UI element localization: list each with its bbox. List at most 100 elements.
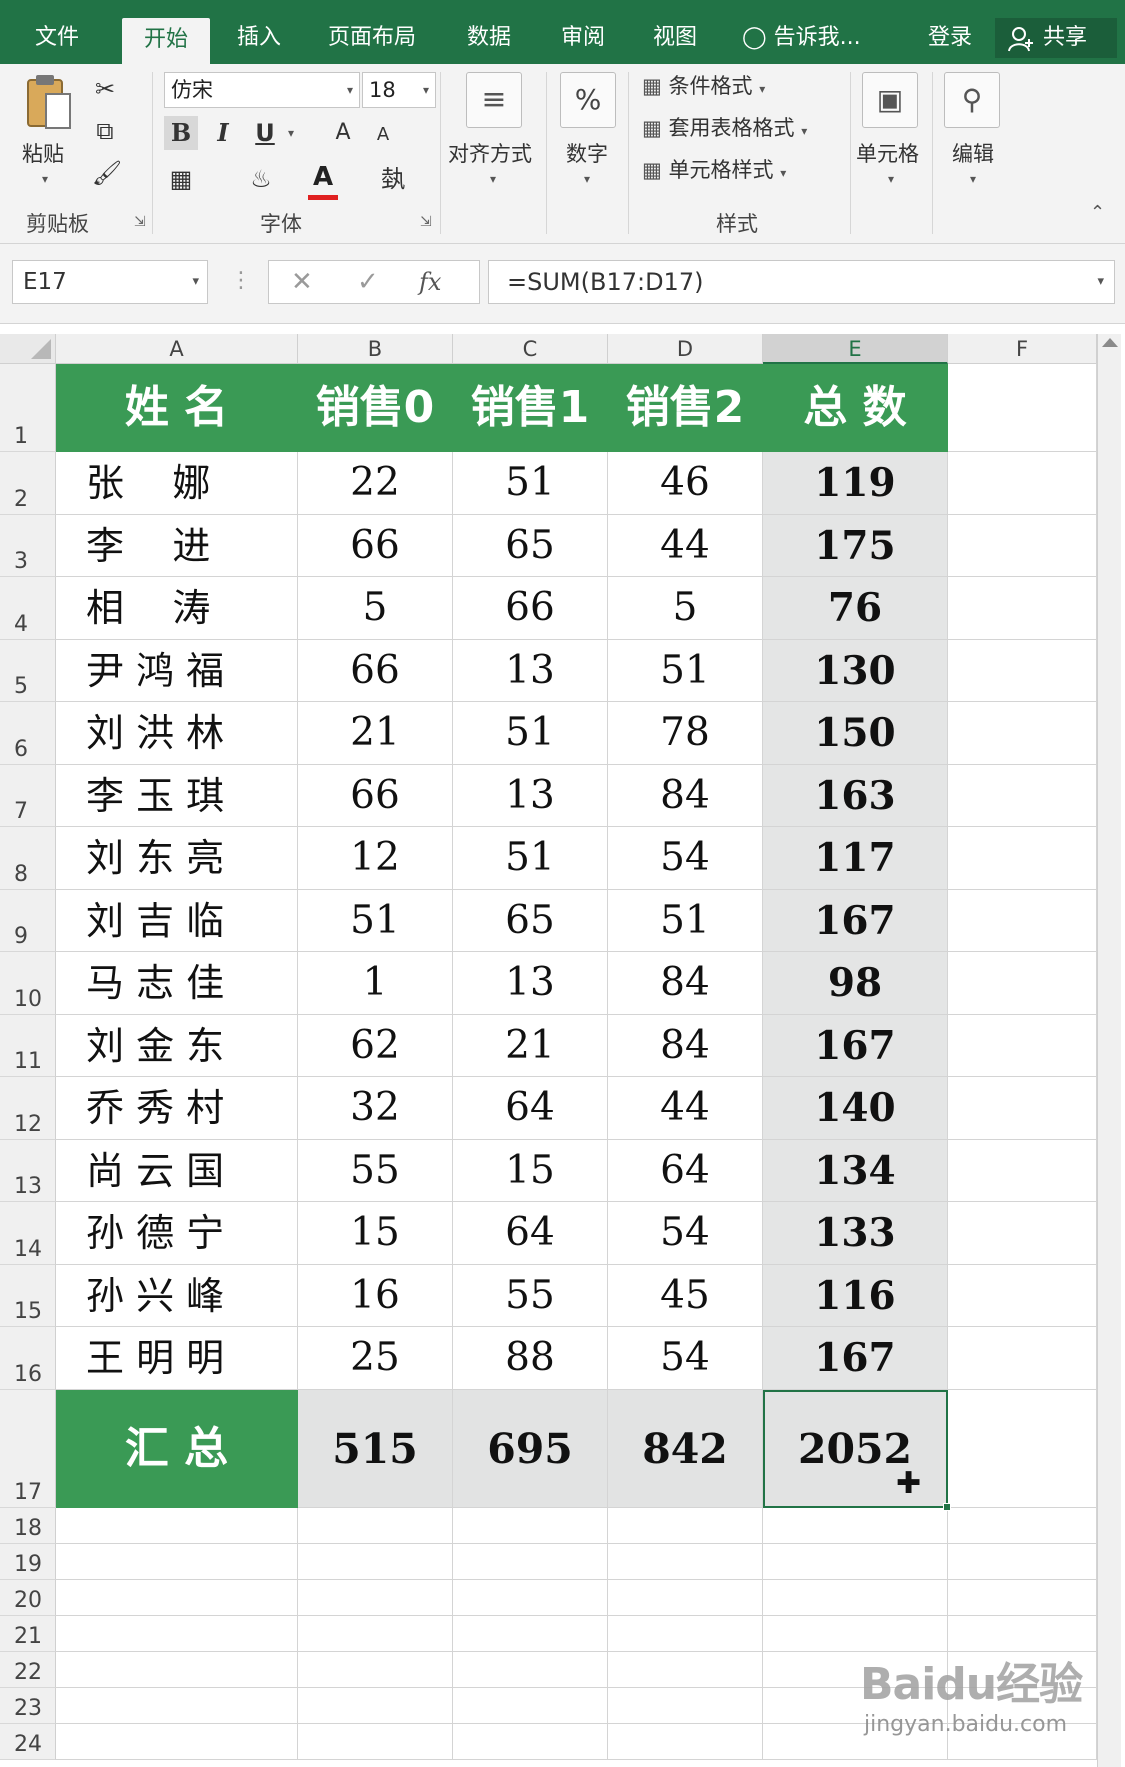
tab-home[interactable]: 开始	[122, 18, 210, 64]
sales1-cell[interactable]: 13	[453, 952, 608, 1015]
column-header-b[interactable]: B	[298, 334, 453, 364]
cells-icon[interactable]: ▣	[862, 72, 918, 128]
cell[interactable]	[948, 577, 1097, 640]
sales0-cell[interactable]: 66	[298, 639, 453, 702]
bold-button[interactable]: B	[164, 116, 198, 150]
total-cell[interactable]: 98	[763, 952, 948, 1015]
row-header-19[interactable]: 19	[0, 1543, 56, 1580]
tab-file[interactable]: 文件	[20, 16, 94, 64]
cell[interactable]	[948, 1264, 1097, 1327]
cell[interactable]	[298, 1651, 453, 1688]
cell[interactable]	[453, 1687, 608, 1724]
name-cell[interactable]: 刘 东 亮	[56, 827, 298, 890]
cell[interactable]	[298, 1687, 453, 1724]
share-button[interactable]: 共享	[995, 18, 1117, 58]
header-cell-a[interactable]: 姓 名	[56, 364, 298, 452]
tell-me-box[interactable]: ◯ 告诉我...	[742, 16, 861, 60]
font-launcher-icon[interactable]: ⇲	[420, 214, 432, 230]
cancel-icon[interactable]: ✕	[291, 261, 313, 303]
sales1-cell[interactable]: 51	[453, 452, 608, 515]
worksheet[interactable]: ABCDEF 1 2 3 4 5 6 7 8 9 10 11 12 13 14 15 16 17 18 19 20 21…	[0, 324, 1125, 1767]
chevron-down-icon[interactable]: ▾	[288, 126, 294, 140]
cell[interactable]	[763, 1579, 948, 1616]
summary-label-cell[interactable]: 汇 总	[56, 1389, 298, 1508]
alignment-label[interactable]: 对齐方式	[448, 138, 532, 168]
row-header-3[interactable]: 3	[0, 514, 56, 577]
sales2-cell[interactable]: 84	[608, 952, 763, 1015]
sales0-cell[interactable]: 1	[298, 952, 453, 1015]
name-cell[interactable]: 相 涛	[56, 577, 298, 640]
login-link[interactable]: 登录	[928, 16, 972, 60]
fill-handle[interactable]	[943, 1502, 951, 1511]
row-header-23[interactable]: 23	[0, 1687, 56, 1724]
sales1-cell[interactable]: 15	[453, 1139, 608, 1202]
name-cell[interactable]: 刘 吉 临	[56, 889, 298, 952]
row-header-16[interactable]: 16	[0, 1327, 56, 1390]
sales2-cell[interactable]: 54	[608, 1327, 763, 1390]
cell[interactable]	[56, 1723, 298, 1760]
formula-input[interactable]: =SUM(B17:D17) ▾	[488, 260, 1115, 304]
header-cell-b[interactable]: 销售0	[298, 364, 453, 452]
tab-review[interactable]: 审阅	[546, 16, 620, 64]
row-header-1[interactable]: 1	[0, 364, 56, 452]
total-cell[interactable]: 130	[763, 639, 948, 702]
editing-label[interactable]: 编辑	[952, 138, 994, 168]
sales0-cell[interactable]: 16	[298, 1264, 453, 1327]
format-painter-icon[interactable]: 🖌	[90, 156, 124, 190]
name-box[interactable]: E17 ▾	[12, 260, 208, 304]
cell[interactable]	[948, 889, 1097, 952]
enter-icon[interactable]: ✓	[357, 261, 379, 303]
cell[interactable]	[608, 1687, 763, 1724]
cell[interactable]	[948, 952, 1097, 1015]
cell[interactable]	[948, 1202, 1097, 1265]
cell[interactable]	[948, 1139, 1097, 1202]
cell[interactable]	[453, 1579, 608, 1616]
phonetic-icon[interactable]: 埶	[376, 162, 410, 196]
sales0-cell[interactable]: 66	[298, 764, 453, 827]
number-format-icon[interactable]: %	[560, 72, 616, 128]
row-header-10[interactable]: 10	[0, 952, 56, 1015]
underline-button[interactable]: U	[248, 116, 282, 150]
row-header-8[interactable]: 8	[0, 827, 56, 890]
conditional-format-button[interactable]: ▦ 条件格式 ▾	[642, 70, 765, 100]
total-cell[interactable]: 76	[763, 577, 948, 640]
row-header-11[interactable]: 11	[0, 1014, 56, 1077]
name-cell[interactable]: 乔 秀 村	[56, 1077, 298, 1140]
column-header-d[interactable]: D	[608, 334, 763, 364]
sales0-cell[interactable]: 62	[298, 1014, 453, 1077]
sales2-cell[interactable]: 5	[608, 577, 763, 640]
collapse-ribbon-icon[interactable]: ⌃	[1090, 202, 1105, 223]
sales2-cell[interactable]: 45	[608, 1264, 763, 1327]
row-header-20[interactable]: 20	[0, 1579, 56, 1616]
total-cell[interactable]: 119	[763, 452, 948, 515]
sales0-cell[interactable]: 15	[298, 1202, 453, 1265]
sales1-cell[interactable]: 55	[453, 1264, 608, 1327]
sales0-cell[interactable]: 12	[298, 827, 453, 890]
name-cell[interactable]: 李 进	[56, 514, 298, 577]
total-cell[interactable]: 117	[763, 827, 948, 890]
sales2-cell[interactable]: 51	[608, 639, 763, 702]
sales2-cell[interactable]: 54	[608, 1202, 763, 1265]
row-header-4[interactable]: 4	[0, 577, 56, 640]
row-header-17[interactable]: 17	[0, 1389, 56, 1508]
copy-icon[interactable]: ⧉	[88, 114, 122, 148]
cell[interactable]	[763, 1615, 948, 1652]
sales0-cell[interactable]: 22	[298, 452, 453, 515]
shrink-font-button[interactable]: A	[366, 118, 400, 152]
cell[interactable]	[948, 1077, 1097, 1140]
cut-icon[interactable]: ✂	[88, 72, 122, 106]
sales1-cell[interactable]: 64	[453, 1202, 608, 1265]
cell[interactable]	[948, 639, 1097, 702]
cell[interactable]	[948, 1615, 1097, 1652]
name-cell[interactable]: 尚 云 国	[56, 1139, 298, 1202]
sales1-cell[interactable]: 64	[453, 1077, 608, 1140]
row-header-6[interactable]: 6	[0, 702, 56, 765]
cell[interactable]	[56, 1651, 298, 1688]
number-label[interactable]: 数字	[566, 138, 608, 168]
row-header-9[interactable]: 9	[0, 889, 56, 952]
scroll-up-icon[interactable]	[1102, 338, 1118, 347]
total-cell[interactable]: 150	[763, 702, 948, 765]
sales2-cell[interactable]: 44	[608, 1077, 763, 1140]
search-icon[interactable]: ⚲	[944, 72, 1000, 128]
cell[interactable]	[56, 1687, 298, 1724]
